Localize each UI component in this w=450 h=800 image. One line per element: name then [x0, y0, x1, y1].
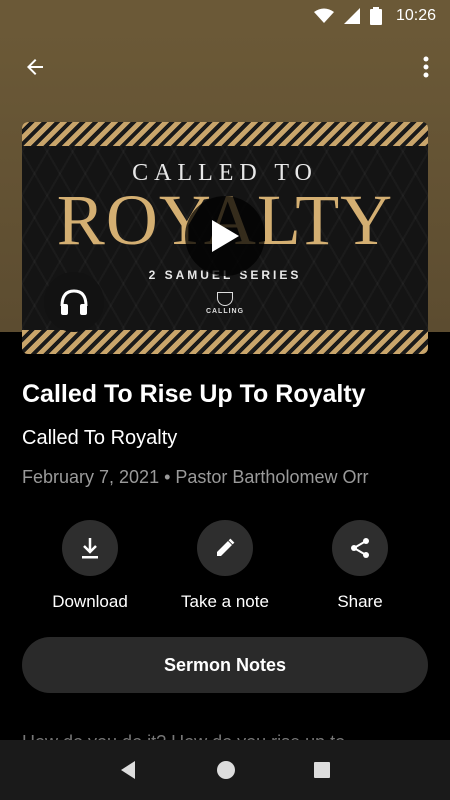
sermon-notes-button[interactable]: Sermon Notes — [22, 637, 428, 693]
pencil-icon — [217, 538, 235, 556]
nav-back-icon[interactable] — [119, 760, 139, 780]
system-nav-bar — [0, 740, 450, 800]
headphones-icon — [60, 289, 88, 315]
take-note-button[interactable]: Take a note — [160, 520, 290, 612]
banner-logo-text: CALLING — [205, 308, 245, 315]
take-note-label: Take a note — [181, 592, 269, 611]
download-circle — [62, 520, 118, 576]
banner-pattern-bottom — [22, 330, 428, 354]
share-icon — [351, 538, 369, 558]
play-icon — [212, 220, 239, 252]
nav-home-icon[interactable] — [216, 760, 236, 780]
audio-button[interactable] — [44, 272, 104, 332]
battery-icon — [369, 7, 382, 25]
sermon-title: Called To Rise Up To Royalty — [22, 380, 366, 408]
status-bar: 10:26 — [0, 0, 450, 32]
more-vert-icon — [423, 56, 429, 78]
wifi-icon — [313, 8, 334, 23]
more-options-button[interactable] — [416, 50, 436, 84]
banner-pattern-top — [22, 122, 428, 146]
download-label: Download — [52, 592, 128, 611]
signal-icon — [343, 8, 360, 24]
sermon-meta: February 7, 2021 • Pastor Bartholomew Or… — [22, 467, 369, 487]
play-button[interactable] — [185, 196, 265, 276]
status-time: 10:26 — [395, 7, 436, 24]
share-button[interactable]: Share — [295, 520, 425, 612]
download-icon — [82, 538, 98, 559]
back-arrow-icon — [27, 59, 43, 75]
share-label: Share — [337, 592, 383, 611]
take-note-circle — [197, 520, 253, 576]
nav-recents-icon[interactable] — [313, 761, 331, 779]
back-button[interactable] — [18, 50, 52, 84]
sermon-series-name: Called To Royalty — [22, 427, 178, 449]
download-button[interactable]: Download — [25, 520, 155, 612]
shield-icon — [217, 292, 233, 306]
share-circle — [332, 520, 388, 576]
